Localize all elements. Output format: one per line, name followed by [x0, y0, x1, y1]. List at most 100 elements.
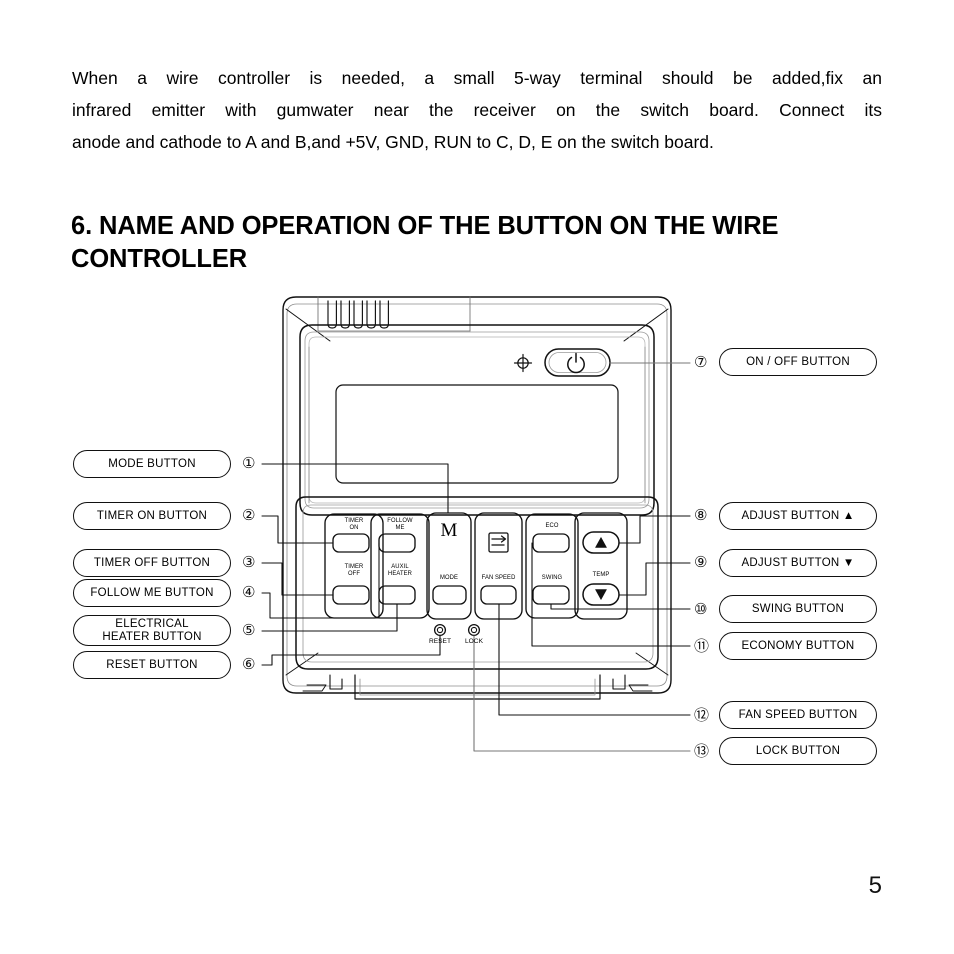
key-follow-me [378, 533, 416, 553]
callout-label: SWING BUTTON [751, 602, 845, 615]
lcd-screen [335, 384, 619, 484]
key-temp-up [582, 531, 620, 554]
callout-on-off-button[interactable]: ON / OFF BUTTON [719, 348, 877, 376]
callout-index-10: ⑩ [694, 600, 708, 618]
pinhole-reset [433, 623, 447, 637]
callout-swing-button[interactable]: SWING BUTTON [719, 595, 877, 623]
callout-mode-button[interactable]: MODE BUTTON [73, 450, 231, 478]
callout-label: ON / OFF BUTTON [746, 355, 850, 368]
face-label-temp: TEMP [592, 571, 610, 578]
pinhole-label-reset: RESET [429, 638, 451, 645]
callout-label: FOLLOW ME BUTTON [90, 586, 214, 599]
callout-index-3: ③ [242, 553, 256, 571]
paragraph-line-2: infrared emitter with gumwater near the … [72, 100, 882, 120]
leader-11 [531, 542, 691, 647]
bevel-bottom-right [635, 652, 669, 676]
mode-glyph: M [440, 520, 458, 541]
paragraph-line-3: anode and cathode to A and B,and +5V, GN… [72, 132, 714, 152]
keygroup-eco-swing [525, 513, 579, 619]
callout-timer-off-button[interactable]: TIMER OFF BUTTON [73, 549, 231, 577]
face-label-timer-off: TIMER OFF [344, 563, 364, 578]
intro-paragraph: When a wire controller is needed, a smal… [72, 62, 882, 158]
callout-label: ADJUST BUTTON ▼ [741, 556, 855, 569]
leader-3 [261, 562, 334, 596]
callout-index-12: ⑫ [694, 706, 710, 724]
power-icon [567, 352, 585, 374]
front-bezel-upper-inner1 [304, 331, 650, 509]
leader-4 [261, 542, 380, 619]
callout-fan-speed-button[interactable]: FAN SPEED BUTTON [719, 701, 877, 729]
callout-index-11: ⑪ [694, 637, 710, 655]
face-label-eco: ECO [545, 522, 559, 529]
callout-index-2: ② [242, 506, 256, 524]
callout-follow-me-button[interactable]: FOLLOW ME BUTTON [73, 579, 231, 607]
callout-adjust-down-button[interactable]: ADJUST BUTTON ▼ [719, 549, 877, 577]
callout-label: RESET BUTTON [106, 658, 198, 671]
face-label-mode: MODE [439, 574, 458, 581]
face-label-follow-me: FOLLOW ME [387, 517, 413, 532]
vent-slots [327, 300, 389, 329]
fan-speed-icon [488, 532, 509, 553]
callout-index-1: ① [242, 454, 256, 472]
callout-lock-button[interactable]: LOCK BUTTON [719, 737, 877, 765]
callout-index-9: ⑨ [694, 553, 708, 571]
callout-label-line1: ELECTRICAL [115, 618, 189, 630]
leader-2 [261, 515, 334, 544]
callout-electrical-heater-button[interactable]: ELECTRICAL HEATER BUTTON [73, 615, 231, 646]
key-swing [532, 585, 570, 605]
front-bezel-upper-inner2 [308, 336, 646, 504]
down-arrow-icon [595, 589, 607, 600]
callout-index-8: ⑧ [694, 506, 708, 524]
key-mode [432, 585, 467, 605]
callout-label: ADJUST BUTTON ▲ [741, 509, 855, 522]
pinhole-lock [467, 623, 481, 637]
base-tab-right [612, 674, 626, 690]
callout-label-line2: HEATER BUTTON [102, 630, 202, 643]
bevel-bottom-left [285, 652, 319, 676]
power-button [544, 348, 611, 377]
callout-label: MODE BUTTON [108, 457, 196, 470]
callout-label: FAN SPEED BUTTON [738, 708, 858, 721]
leader-10 [550, 603, 691, 610]
face-label-fan-speed: FAN SPEED [481, 574, 516, 581]
pinhole-label-lock: LOCK [465, 638, 483, 645]
housing-backplate [282, 296, 672, 694]
face-label-timer-on: TIMER ON [344, 517, 364, 532]
callout-label: LOCK BUTTON [755, 744, 841, 757]
callout-index-7: ⑦ [694, 353, 708, 371]
callout-label: ECONOMY BUTTON [741, 639, 855, 652]
callout-index-13: ⑬ [694, 742, 710, 760]
callout-label: TIMER OFF BUTTON [93, 556, 211, 569]
key-eco [532, 533, 570, 553]
keygroup-temp [574, 512, 628, 620]
leader-8 [618, 515, 691, 544]
callout-timer-on-button[interactable]: TIMER ON BUTTON [73, 502, 231, 530]
key-fan-speed [480, 585, 517, 605]
callout-reset-button[interactable]: RESET BUTTON [73, 651, 231, 679]
leader-6 [261, 635, 441, 666]
page-number: 5 [868, 872, 882, 899]
base-tab-left [329, 674, 343, 690]
key-timer-on [332, 533, 370, 553]
key-timer-off [332, 585, 370, 605]
base-slot [354, 674, 601, 700]
leader-9 [618, 562, 691, 596]
callout-index-5: ⑤ [242, 621, 256, 639]
callout-index-6: ⑥ [242, 655, 256, 673]
key-temp-down [582, 583, 620, 606]
section-heading: 6. NAME AND OPERATION OF THE BUTTON ON T… [71, 212, 779, 274]
callout-index-4: ④ [242, 583, 256, 601]
face-label-swing: SWING [541, 574, 563, 581]
callout-label: TIMER ON BUTTON [96, 509, 208, 522]
up-arrow-icon [595, 537, 607, 548]
callout-economy-button[interactable]: ECONOMY BUTTON [719, 632, 877, 660]
leader-1 [261, 463, 449, 514]
key-auxil-heater [378, 585, 416, 605]
indicator-crosshair [513, 353, 533, 373]
wire-controller-figure: TIMER ON TIMER OFF FOLLOW ME AUXIL HEATE… [0, 275, 954, 785]
leader-12 [498, 603, 691, 716]
keygroup-fanspeed [474, 512, 523, 620]
callout-adjust-up-button[interactable]: ADJUST BUTTON ▲ [719, 502, 877, 530]
face-label-auxil-heater: AUXIL HEATER [388, 563, 412, 578]
paragraph-line-1: When a wire controller is needed, a smal… [72, 68, 882, 88]
